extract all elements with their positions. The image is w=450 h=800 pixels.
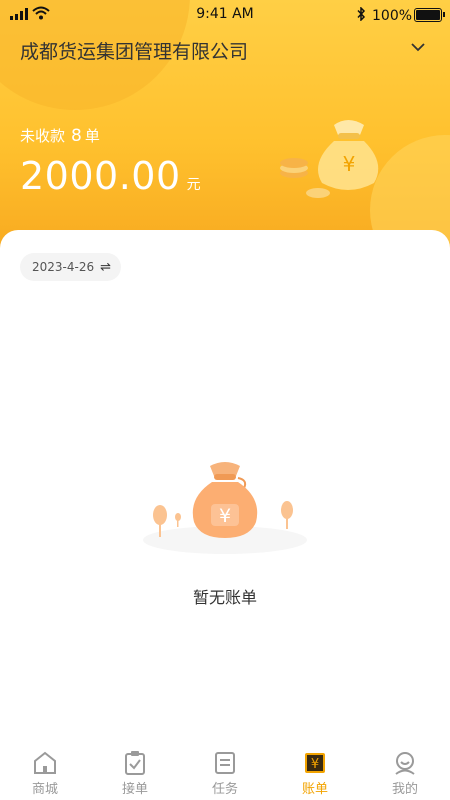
home-icon: [34, 751, 56, 774]
unpaid-amount: 2000.00 元: [20, 154, 201, 198]
header-banner: 9:41 AM 100% 成都货运集团管理有限公司 未收款 8 单 2000.00 元…: [0, 0, 450, 260]
bill-list-panel: 2023-4-26 ⇌ ¥ 暂无账单: [0, 230, 450, 745]
money-bag-icon: ¥: [280, 120, 379, 198]
tab-profile-label: 我的: [391, 782, 418, 797]
unpaid-label: 未收款: [20, 127, 66, 145]
svg-text:¥: ¥: [311, 757, 319, 772]
amount-value: 2000.00: [20, 154, 181, 198]
date-filter-value: 2023-4-26: [32, 260, 95, 274]
bluetooth-icon: [357, 7, 366, 21]
empty-state-message: 暂无账单: [192, 588, 257, 607]
tab-orders[interactable]: 接单: [90, 745, 180, 800]
status-bar: 9:41 AM 100%: [0, 0, 450, 30]
tab-mall-label: 商城: [31, 782, 58, 797]
swap-icon: ⇌: [100, 259, 112, 275]
svg-text:¥: ¥: [219, 505, 231, 527]
tab-tasks[interactable]: 任务: [180, 745, 270, 800]
company-name[interactable]: 成都货运集团管理有限公司: [20, 37, 248, 64]
unpaid-unit: 单: [84, 127, 100, 145]
bill-yen-icon: ¥: [305, 753, 325, 773]
tab-orders-label: 接单: [121, 782, 148, 797]
tab-tasks-label: 任务: [211, 782, 238, 797]
chevron-down-icon[interactable]: [410, 42, 426, 52]
tab-bills[interactable]: ¥ 账单: [270, 745, 360, 800]
bottom-tab-bar: 商城 接单 任务 ¥ 账单 我的: [0, 745, 450, 800]
tab-profile[interactable]: 我的: [360, 745, 450, 800]
unpaid-count: 8: [71, 126, 82, 146]
tab-bills-label: 账单: [301, 782, 328, 797]
tab-mall[interactable]: 商城: [0, 745, 90, 800]
clipboard-check-icon: [125, 751, 145, 775]
battery-icon: [414, 8, 445, 22]
amount-unit: 元: [186, 177, 201, 193]
empty-money-bag-icon: ¥: [143, 462, 307, 554]
user-icon: [395, 752, 415, 775]
battery-percent: 100%: [372, 8, 413, 24]
date-filter-chip[interactable]: 2023-4-26 ⇌: [20, 253, 122, 281]
unpaid-summary: 未收款 8 单: [20, 125, 100, 146]
svg-text:¥: ¥: [343, 152, 356, 176]
document-icon: [215, 752, 235, 774]
